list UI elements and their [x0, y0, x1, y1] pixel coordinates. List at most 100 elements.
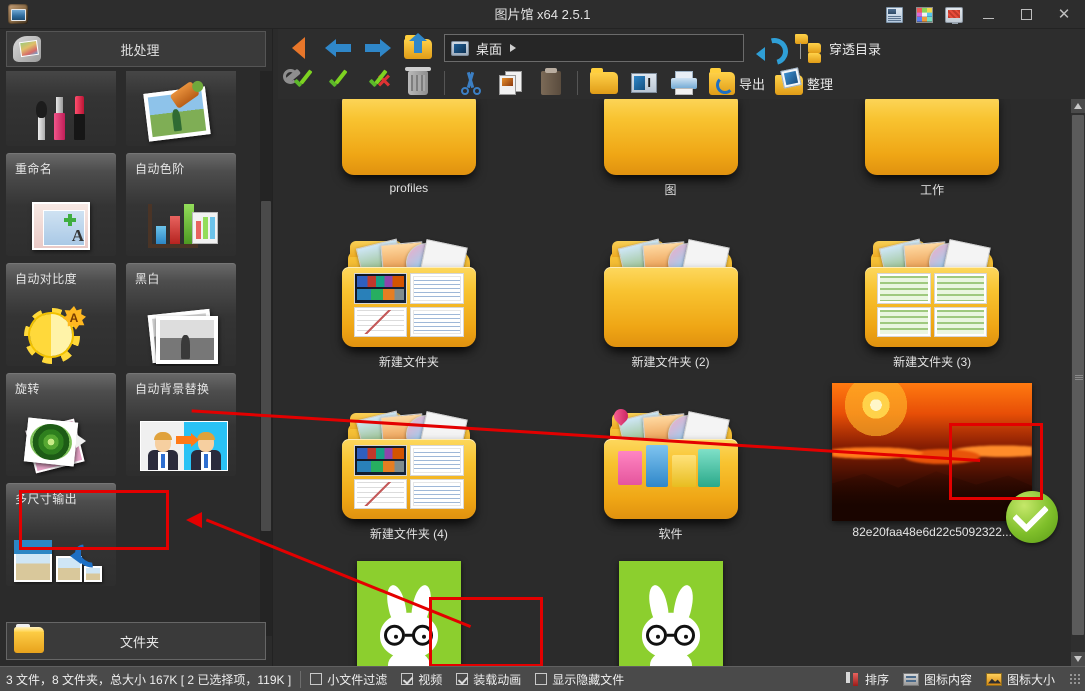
- batch-process-label: 批处理: [120, 42, 160, 58]
- file-name: 图: [664, 183, 677, 197]
- file-row: profiles 图 工作: [278, 99, 1063, 209]
- export-button[interactable]: 导出: [704, 66, 770, 100]
- folder-icon: [340, 229, 478, 349]
- checkbox-box[interactable]: [535, 673, 548, 685]
- refresh-button[interactable]: [750, 30, 790, 66]
- organize-icon: [775, 66, 804, 95]
- file-view-scrollbar-thumb[interactable]: [1072, 115, 1084, 635]
- effect-label: 重命名: [15, 162, 53, 176]
- checkbox-small-file-filter[interactable]: 小文件过滤: [310, 671, 387, 688]
- effect-tile-auto-levels[interactable]: 自动色阶: [126, 153, 236, 256]
- file-name: profiles: [389, 181, 429, 195]
- file-item[interactable]: 工作: [801, 99, 1063, 209]
- file-name: 新建文件夹: [378, 355, 439, 369]
- previous-arrow-button[interactable]: [318, 30, 358, 66]
- batch-process-button[interactable]: 批处理: [6, 31, 266, 67]
- penetrate-directory-label: 穿透目录: [829, 41, 882, 57]
- checkbox-load-animation[interactable]: 装载动画: [456, 671, 521, 688]
- file-grid-view[interactable]: profiles 图 工作 新建文件夹 新建文件夹 (2) 新建文件夹 (3) …: [278, 99, 1071, 666]
- file-rows: profiles 图 工作 新建文件夹 新建文件夹 (2) 新建文件夹 (3) …: [278, 99, 1063, 666]
- file-item-empty: [801, 553, 1063, 666]
- resize-grip-icon[interactable]: [1069, 673, 1081, 685]
- file-item[interactable]: 新建文件夹 (4): [278, 381, 540, 553]
- image-thumbnail-rabbit: [618, 561, 723, 666]
- folder-icon: [602, 99, 740, 177]
- sort-label: 排序: [864, 672, 889, 687]
- paste-button[interactable]: [531, 65, 571, 101]
- file-name: 新建文件夹 (2): [631, 355, 710, 369]
- effect-tile-black-white[interactable]: 黑白: [126, 263, 236, 366]
- print-button[interactable]: [664, 65, 704, 101]
- file-thumbnail: [618, 553, 723, 666]
- effect-tile-makeup[interactable]: 美容: [6, 71, 116, 146]
- new-folder-button[interactable]: [584, 65, 624, 101]
- effects-grid: 美容 效果 重命名: [6, 71, 243, 586]
- folder-icon: [602, 229, 740, 349]
- file-item[interactable]: afc1ea8376515472fe590fcc...: [278, 553, 540, 666]
- file-item[interactable]: 新建文件夹 (3): [801, 209, 1063, 381]
- icon-content-button[interactable]: 图标内容: [902, 671, 972, 688]
- checkbox-video[interactable]: 视频: [401, 671, 442, 688]
- effect-tile-auto-background-replace[interactable]: 自动背景替换: [126, 373, 236, 476]
- sort-button[interactable]: 排序: [845, 671, 889, 688]
- effect-tile-photo-effect[interactable]: 效果: [126, 71, 236, 146]
- address-value: 桌面: [476, 41, 503, 57]
- toolbar: 桌面 穿透目录 导出: [278, 29, 1085, 99]
- file-item[interactable]: 82e20faa48e6d22c5092322...: [801, 381, 1063, 553]
- file-item[interactable]: 图片转PDF文件.pdf: [540, 553, 802, 666]
- address-bar[interactable]: 桌面: [444, 34, 744, 62]
- checkbox-box[interactable]: [310, 673, 323, 685]
- back-chevron-button[interactable]: [278, 30, 318, 66]
- rename-button[interactable]: [624, 65, 664, 101]
- screen-capture-icon[interactable]: [939, 0, 969, 29]
- effect-tile-rename[interactable]: 重命名: [6, 153, 116, 256]
- effect-tile-rotate[interactable]: 旋转: [6, 373, 116, 476]
- effect-tile-multi-size-output[interactable]: 多尺寸输出: [6, 483, 116, 586]
- icon-size-button[interactable]: 图标大小: [985, 671, 1055, 688]
- file-name: 新建文件夹 (4): [369, 527, 448, 541]
- scroll-up-icon[interactable]: [1071, 99, 1085, 113]
- folder-mode-label: 文件夹: [119, 634, 159, 650]
- document-view-icon[interactable]: [879, 0, 909, 29]
- checkbox-box[interactable]: [456, 673, 469, 685]
- close-button[interactable]: ✕: [1045, 0, 1083, 29]
- file-item[interactable]: 软件: [540, 381, 802, 553]
- folder-mode-button[interactable]: 文件夹: [6, 622, 266, 660]
- minimize-button[interactable]: [969, 0, 1007, 29]
- maximize-button[interactable]: [1007, 0, 1045, 29]
- auto-background-replace-icon: [126, 404, 236, 474]
- file-name: 新建文件夹 (3): [893, 355, 972, 369]
- organize-button[interactable]: 整理: [770, 66, 838, 100]
- cut-button[interactable]: [451, 65, 491, 101]
- close-icon: ✕: [1057, 6, 1071, 23]
- next-arrow-button[interactable]: [358, 30, 398, 66]
- checkbox-show-hidden-files[interactable]: 显示隐藏文件: [535, 671, 624, 688]
- makeup-icon: [6, 74, 116, 144]
- checkbox-label: 显示隐藏文件: [552, 672, 625, 687]
- scroll-down-icon[interactable]: [1071, 652, 1085, 666]
- sidebar-scrollbar[interactable]: [260, 71, 272, 636]
- rename-icon: [6, 184, 116, 254]
- title-bar: 图片馆 x64 2.5.1 ✕: [0, 0, 1085, 29]
- parent-folder-button[interactable]: [398, 30, 438, 66]
- sidebar-scrollbar-thumb[interactable]: [261, 201, 271, 531]
- effect-tile-auto-contrast[interactable]: 自动对比度 A: [6, 263, 116, 366]
- file-name: 软件: [658, 527, 683, 541]
- file-item[interactable]: profiles: [278, 99, 540, 209]
- file-item[interactable]: 新建文件夹: [278, 209, 540, 381]
- checkbox-box[interactable]: [401, 673, 414, 685]
- application-window: 图片馆 x64 2.5.1 ✕ 批处理 美容: [0, 0, 1085, 691]
- status-divider: [300, 670, 302, 688]
- delete-button[interactable]: [398, 65, 438, 101]
- file-item[interactable]: 新建文件夹 (2): [540, 209, 802, 381]
- settings-button[interactable]: [278, 65, 318, 101]
- chevron-right-icon[interactable]: [510, 44, 517, 52]
- image-thumbnail-rabbit: [356, 561, 461, 666]
- select-all-button[interactable]: [318, 65, 358, 101]
- penetrate-directory-button[interactable]: 穿透目录: [790, 31, 886, 65]
- copy-button[interactable]: [491, 65, 531, 101]
- deselect-button[interactable]: [358, 65, 398, 101]
- file-view-scrollbar[interactable]: [1071, 99, 1085, 666]
- color-palette-icon[interactable]: [909, 0, 939, 29]
- file-item[interactable]: 图: [540, 99, 802, 209]
